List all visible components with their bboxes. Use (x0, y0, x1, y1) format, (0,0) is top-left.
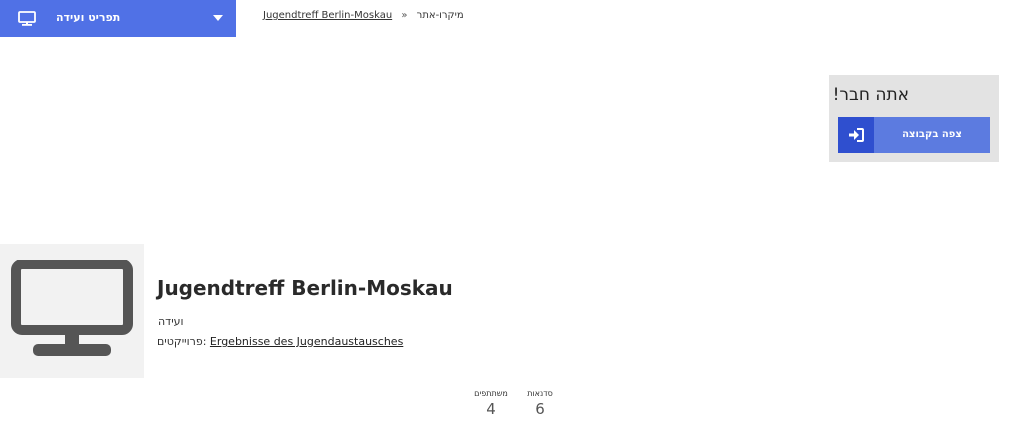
workshops-stat: סדנאות 6 (518, 389, 562, 418)
monitor-icon (11, 259, 133, 362)
breadcrumb-current-link[interactable]: Jugendtreff Berlin-Moskau (263, 10, 392, 21)
page: תפריט ועידה Jugendtreff Berlin-Moskau » … (0, 0, 1025, 434)
group-projects: פרוייקטים: Ergebnisse des Jugendaustausc… (157, 335, 403, 348)
group-image (0, 244, 144, 378)
conference-menu-button[interactable]: תפריט ועידה (0, 0, 236, 37)
caret-down-icon (213, 15, 223, 21)
project-link[interactable]: Ergebnisse des Jugendaustausches (210, 335, 403, 348)
membership-card: אתה חבר! צפה בקבוצה (829, 75, 999, 162)
breadcrumb-root[interactable]: מיקרו-אתר (417, 10, 464, 21)
workshops-count: 6 (535, 400, 545, 418)
group-title: Jugendtreff Berlin-Moskau (157, 276, 453, 300)
sign-in-icon (838, 117, 874, 153)
participants-count: 4 (486, 400, 496, 418)
workshops-label: סדנאות (527, 389, 553, 398)
group-type: ועידה (158, 315, 184, 328)
monitor-icon (18, 11, 36, 30)
membership-title: אתה חבר! (832, 85, 909, 105)
menu-label: תפריט ועידה (56, 11, 121, 24)
breadcrumb-separator: » (401, 10, 408, 21)
participants-stat: משתתפים 4 (467, 389, 515, 418)
view-group-button[interactable]: צפה בקבוצה (838, 117, 990, 153)
projects-label: פרוייקטים: (157, 335, 207, 348)
view-group-label: צפה בקבוצה (902, 129, 962, 140)
breadcrumb: Jugendtreff Berlin-Moskau » מיקרו-אתר (263, 10, 464, 21)
participants-label: משתתפים (474, 389, 508, 398)
